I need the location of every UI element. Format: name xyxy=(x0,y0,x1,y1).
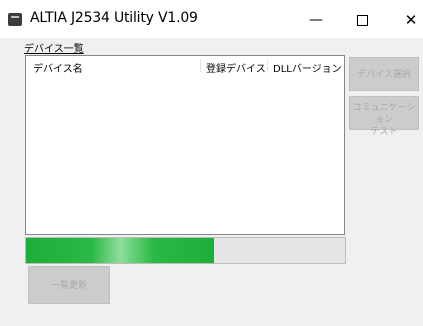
minimize-button[interactable]: — xyxy=(301,9,331,31)
device-list-header: デバイス名 登録デバイス DLLバージョン xyxy=(26,56,344,75)
progress-fill xyxy=(26,238,215,263)
communication-test-button[interactable]: コミュニケーション テスト xyxy=(349,96,419,137)
close-button[interactable]: ✕ xyxy=(396,9,423,31)
column-separator[interactable] xyxy=(267,59,268,72)
maximize-icon xyxy=(356,14,368,26)
app-icon xyxy=(8,13,22,26)
title-bar[interactable]: ALTIA J2534 Utility V1.09 — ✕ xyxy=(0,0,423,38)
column-header-registered-device[interactable]: 登録デバイス xyxy=(206,60,266,75)
communication-test-label-line1: コミュニケーション xyxy=(352,103,416,125)
window-title: ALTIA J2534 Utility V1.09 xyxy=(30,10,198,26)
refresh-list-button[interactable]: 一覧更新 xyxy=(28,266,110,304)
column-separator[interactable] xyxy=(200,59,201,72)
device-list[interactable]: デバイス名 登録デバイス DLLバージョン xyxy=(25,55,345,235)
column-header-dll-version[interactable]: DLLバージョン xyxy=(273,60,342,75)
maximize-button[interactable] xyxy=(347,9,377,31)
communication-test-label-line2: テスト xyxy=(370,127,398,137)
column-header-device-name[interactable]: デバイス名 xyxy=(33,60,83,75)
progress-bar xyxy=(25,237,346,264)
select-device-button[interactable]: デバイス選択 xyxy=(349,57,419,91)
device-list-group-label: デバイス一覧 xyxy=(24,44,84,55)
